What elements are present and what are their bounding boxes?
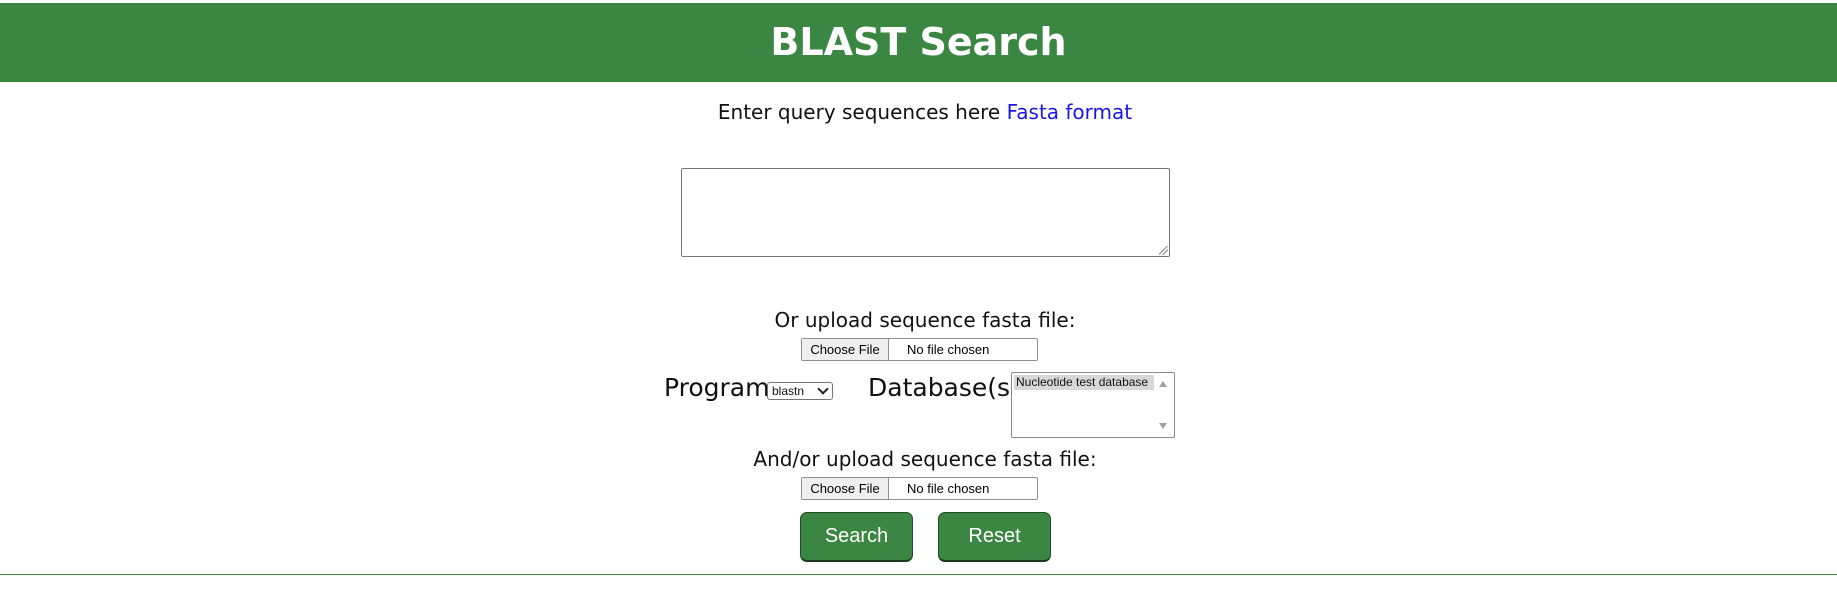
fasta-format-link[interactable]: Fasta format (1007, 100, 1133, 124)
database-file-input[interactable]: Choose File No file chosen (801, 477, 1038, 500)
program-label: Program (664, 373, 770, 402)
database-listbox[interactable]: Nucleotide test database (1011, 372, 1175, 438)
textarea-resize-handle[interactable] (1159, 246, 1168, 255)
reset-button[interactable]: Reset (938, 512, 1051, 562)
sequence-file-input[interactable]: Choose File No file chosen (801, 338, 1038, 361)
scroll-down-icon[interactable] (1159, 423, 1167, 429)
page-title: BLAST Search (770, 20, 1067, 64)
scroll-up-icon[interactable] (1159, 381, 1167, 387)
upload-sequence-label: Or upload sequence fasta file: (774, 308, 1076, 332)
program-selected-value: blastn (772, 384, 805, 398)
program-select[interactable]: blastn (767, 382, 833, 400)
chevron-down-icon (817, 383, 829, 395)
database-label: Database(s) (868, 373, 1020, 402)
file-status-text: No file chosen (907, 342, 990, 357)
query-instructions-text: Enter query sequences here (717, 100, 1001, 124)
query-instructions: Enter query sequences here Fasta format (0, 99, 1837, 125)
file-status-text: No file chosen (907, 481, 990, 496)
page-header: BLAST Search (0, 3, 1837, 82)
query-sequence-textarea[interactable] (681, 168, 1170, 257)
upload-database-label: And/or upload sequence fasta file: (753, 447, 1097, 471)
search-button[interactable]: Search (800, 512, 913, 562)
choose-file-button[interactable]: Choose File (802, 339, 889, 360)
database-option[interactable]: Nucleotide test database (1014, 375, 1154, 390)
footer-divider (0, 574, 1837, 575)
choose-file-button[interactable]: Choose File (802, 478, 889, 499)
